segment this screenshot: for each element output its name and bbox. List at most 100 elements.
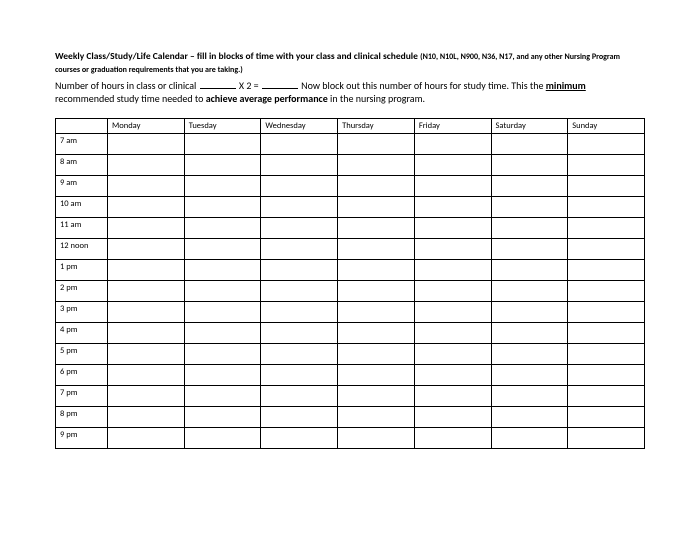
calendar-cell[interactable] <box>108 133 185 154</box>
calendar-cell[interactable] <box>108 217 185 238</box>
hours-blank-1[interactable] <box>200 79 236 89</box>
calendar-cell[interactable] <box>491 427 568 448</box>
calendar-cell[interactable] <box>108 364 185 385</box>
calendar-cell[interactable] <box>414 322 491 343</box>
hours-blank-2[interactable] <box>262 79 298 89</box>
calendar-cell[interactable] <box>568 175 645 196</box>
calendar-cell[interactable] <box>568 385 645 406</box>
calendar-cell[interactable] <box>338 238 415 259</box>
calendar-cell[interactable] <box>568 343 645 364</box>
calendar-cell[interactable] <box>338 385 415 406</box>
calendar-cell[interactable] <box>568 154 645 175</box>
calendar-cell[interactable] <box>491 364 568 385</box>
calendar-cell[interactable] <box>491 406 568 427</box>
calendar-cell[interactable] <box>184 280 261 301</box>
calendar-cell[interactable] <box>338 175 415 196</box>
calendar-cell[interactable] <box>108 175 185 196</box>
calendar-cell[interactable] <box>491 217 568 238</box>
calendar-cell[interactable] <box>108 427 185 448</box>
calendar-cell[interactable] <box>491 154 568 175</box>
calendar-cell[interactable] <box>338 280 415 301</box>
calendar-cell[interactable] <box>261 238 338 259</box>
calendar-cell[interactable] <box>184 217 261 238</box>
calendar-cell[interactable] <box>414 385 491 406</box>
calendar-cell[interactable] <box>568 196 645 217</box>
calendar-cell[interactable] <box>108 322 185 343</box>
calendar-cell[interactable] <box>338 196 415 217</box>
calendar-cell[interactable] <box>184 175 261 196</box>
calendar-cell[interactable] <box>261 322 338 343</box>
calendar-cell[interactable] <box>108 301 185 322</box>
calendar-cell[interactable] <box>184 385 261 406</box>
calendar-cell[interactable] <box>184 238 261 259</box>
calendar-cell[interactable] <box>184 196 261 217</box>
calendar-cell[interactable] <box>108 385 185 406</box>
calendar-cell[interactable] <box>261 259 338 280</box>
calendar-cell[interactable] <box>414 133 491 154</box>
calendar-cell[interactable] <box>184 343 261 364</box>
calendar-cell[interactable] <box>414 196 491 217</box>
calendar-cell[interactable] <box>414 427 491 448</box>
calendar-cell[interactable] <box>491 238 568 259</box>
calendar-cell[interactable] <box>338 217 415 238</box>
calendar-cell[interactable] <box>414 238 491 259</box>
calendar-cell[interactable] <box>184 406 261 427</box>
calendar-cell[interactable] <box>491 175 568 196</box>
calendar-cell[interactable] <box>491 259 568 280</box>
calendar-cell[interactable] <box>184 154 261 175</box>
calendar-cell[interactable] <box>568 322 645 343</box>
calendar-cell[interactable] <box>261 133 338 154</box>
calendar-cell[interactable] <box>184 301 261 322</box>
calendar-cell[interactable] <box>338 301 415 322</box>
calendar-cell[interactable] <box>261 385 338 406</box>
calendar-cell[interactable] <box>414 280 491 301</box>
calendar-cell[interactable] <box>184 322 261 343</box>
calendar-cell[interactable] <box>414 364 491 385</box>
calendar-cell[interactable] <box>568 406 645 427</box>
calendar-cell[interactable] <box>338 322 415 343</box>
calendar-cell[interactable] <box>568 217 645 238</box>
calendar-cell[interactable] <box>108 280 185 301</box>
calendar-cell[interactable] <box>568 259 645 280</box>
calendar-cell[interactable] <box>338 259 415 280</box>
calendar-cell[interactable] <box>108 196 185 217</box>
calendar-cell[interactable] <box>261 427 338 448</box>
calendar-cell[interactable] <box>261 196 338 217</box>
calendar-cell[interactable] <box>491 133 568 154</box>
calendar-cell[interactable] <box>338 133 415 154</box>
calendar-cell[interactable] <box>184 259 261 280</box>
calendar-cell[interactable] <box>414 154 491 175</box>
calendar-cell[interactable] <box>568 280 645 301</box>
calendar-cell[interactable] <box>568 427 645 448</box>
calendar-cell[interactable] <box>491 301 568 322</box>
calendar-cell[interactable] <box>261 364 338 385</box>
calendar-cell[interactable] <box>491 343 568 364</box>
calendar-cell[interactable] <box>261 406 338 427</box>
calendar-cell[interactable] <box>338 154 415 175</box>
calendar-cell[interactable] <box>261 217 338 238</box>
calendar-cell[interactable] <box>338 343 415 364</box>
calendar-cell[interactable] <box>414 217 491 238</box>
calendar-cell[interactable] <box>261 154 338 175</box>
calendar-cell[interactable] <box>414 301 491 322</box>
calendar-cell[interactable] <box>568 238 645 259</box>
calendar-cell[interactable] <box>491 280 568 301</box>
calendar-cell[interactable] <box>338 427 415 448</box>
calendar-cell[interactable] <box>108 238 185 259</box>
calendar-cell[interactable] <box>491 385 568 406</box>
calendar-cell[interactable] <box>261 301 338 322</box>
calendar-cell[interactable] <box>414 175 491 196</box>
calendar-cell[interactable] <box>108 343 185 364</box>
calendar-cell[interactable] <box>414 259 491 280</box>
calendar-cell[interactable] <box>568 301 645 322</box>
calendar-cell[interactable] <box>184 427 261 448</box>
calendar-cell[interactable] <box>108 154 185 175</box>
calendar-cell[interactable] <box>414 406 491 427</box>
calendar-cell[interactable] <box>338 406 415 427</box>
calendar-cell[interactable] <box>261 343 338 364</box>
calendar-cell[interactable] <box>491 322 568 343</box>
calendar-cell[interactable] <box>261 280 338 301</box>
calendar-cell[interactable] <box>338 364 415 385</box>
calendar-cell[interactable] <box>491 196 568 217</box>
calendar-cell[interactable] <box>184 133 261 154</box>
